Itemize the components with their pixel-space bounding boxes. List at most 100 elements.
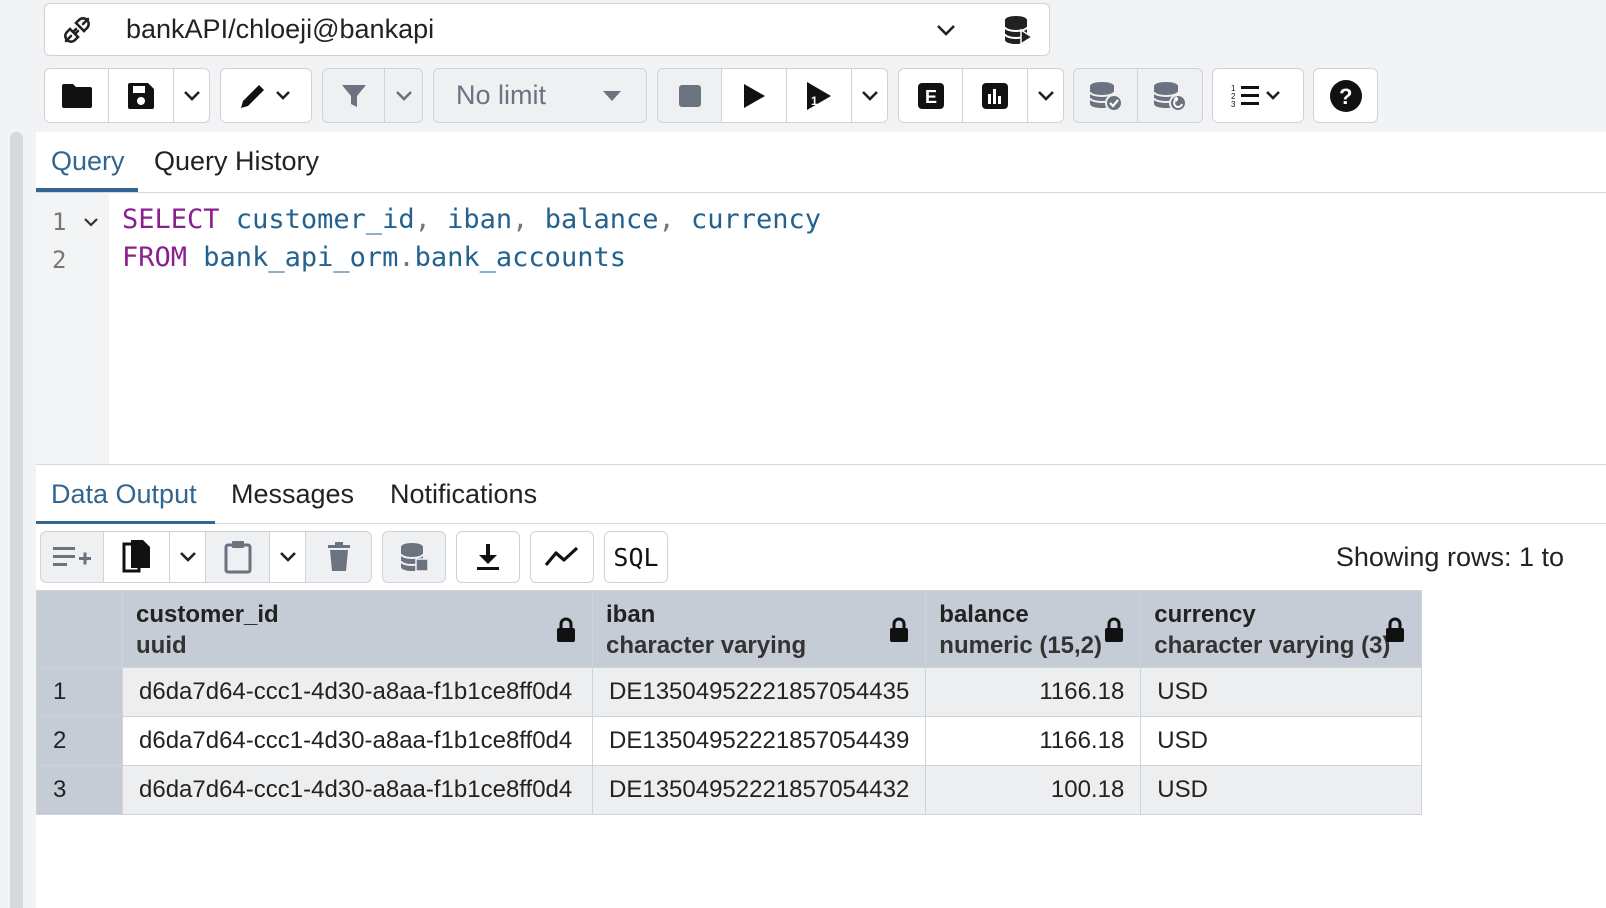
column-header-balance[interactable]: balance numeric (15,2) (925, 590, 1142, 668)
table-row[interactable]: 2 d6da7d64-ccc1-4d30-a8aa-f1b1ce8ff0d4 D… (36, 716, 1423, 766)
save-data-button[interactable] (382, 531, 446, 583)
connection-select[interactable]: bankAPI/chloeji@bankapi (109, 3, 987, 56)
column-type: character varying (606, 632, 807, 659)
delete-row-button[interactable] (306, 531, 372, 583)
filter-options-dropdown[interactable] (385, 68, 423, 123)
cell-customer-id[interactable]: d6da7d64-ccc1-4d30-a8aa-f1b1ce8ff0d4 (122, 667, 593, 717)
explain-button[interactable]: E (898, 68, 963, 123)
vertical-scrollbar[interactable] (10, 132, 23, 908)
chevron-down-icon (279, 552, 296, 562)
cell-currency[interactable]: USD (1140, 667, 1423, 717)
cell-iban[interactable]: DE13504952221857054432 (591, 765, 927, 815)
sql-identifier: bank_api_orm (203, 242, 399, 273)
cell-balance[interactable]: 1166.18 (925, 667, 1142, 717)
add-row-icon (53, 547, 91, 566)
explain-analyze-button[interactable] (963, 68, 1028, 123)
explain-options-dropdown[interactable] (1028, 68, 1064, 123)
download-button[interactable] (456, 531, 520, 583)
sql-button[interactable]: SQL (604, 531, 668, 583)
tab-query[interactable]: Query (51, 132, 125, 190)
row-limit-value: No limit (456, 80, 547, 110)
execute-script-button[interactable]: 1 (787, 68, 852, 123)
save-data-icon (400, 543, 429, 572)
row-number[interactable]: 3 (36, 765, 123, 815)
column-header-currency[interactable]: currency character varying (3) (1140, 590, 1423, 668)
help-button[interactable]: ? (1313, 68, 1378, 123)
result-grid: customer_id uuid iban character varying … (36, 590, 1606, 908)
paste-options-dropdown[interactable] (270, 531, 306, 583)
pencil-icon (241, 84, 290, 108)
save-options-dropdown[interactable] (174, 68, 210, 123)
connection-status-icon[interactable] (44, 3, 110, 56)
filter-icon (341, 84, 366, 107)
rollback-button[interactable] (1138, 68, 1203, 123)
tab-data-output[interactable]: Data Output (51, 465, 197, 523)
cell-balance[interactable]: 1166.18 (925, 716, 1142, 766)
lock-icon (890, 617, 909, 642)
edit-dropdown-button[interactable] (220, 68, 312, 123)
caret-down-icon (603, 90, 621, 101)
row-number-header[interactable] (36, 590, 123, 668)
sql-identifier: balance (544, 204, 659, 235)
active-tab-indicator (36, 188, 138, 192)
line-number-gutter (36, 193, 109, 464)
table-row[interactable]: 3 d6da7d64-ccc1-4d30-a8aa-f1b1ce8ff0d4 D… (36, 765, 1423, 815)
column-type: numeric (15,2) (939, 632, 1103, 659)
connection-label: bankAPI/chloeji@bankapi (126, 14, 435, 44)
column-header-iban[interactable]: iban character varying (591, 590, 927, 668)
column-header-customer-id[interactable]: customer_id uuid (122, 590, 593, 668)
tab-messages[interactable]: Messages (231, 465, 354, 523)
line-chart-icon (544, 546, 579, 567)
code-line[interactable]: FROM bank_api_orm.bank_accounts (122, 242, 626, 273)
sql-punctuation: . (398, 242, 415, 273)
cell-iban[interactable]: DE13504952221857054439 (591, 716, 927, 766)
save-button[interactable] (109, 68, 174, 123)
filter-button[interactable] (322, 68, 385, 123)
query-editor-panel: Query Query History 1 2 SELECT customer_… (36, 132, 1606, 465)
sql-identifier: customer_id (235, 204, 415, 235)
row-number[interactable]: 2 (36, 716, 123, 766)
open-file-button[interactable] (44, 68, 109, 123)
execute-options-dropdown[interactable] (852, 68, 888, 123)
tab-query-history[interactable]: Query History (154, 132, 319, 190)
cell-balance[interactable]: 100.18 (925, 765, 1142, 815)
tab-notifications[interactable]: Notifications (390, 465, 537, 523)
cell-currency[interactable]: USD (1140, 716, 1423, 766)
code-line[interactable]: SELECT customer_id, iban, balance, curre… (122, 204, 821, 235)
copy-options-dropdown[interactable] (170, 531, 206, 583)
column-name: currency (1154, 601, 1256, 628)
help-icon: ? (1329, 79, 1362, 112)
editor-tabs: Query Query History (36, 132, 1606, 193)
graph-visualiser-button[interactable] (530, 531, 594, 583)
fold-chevron-icon[interactable] (84, 217, 98, 227)
header-row: customer_id uuid iban character varying … (36, 590, 1423, 668)
row-limit-select[interactable]: No limit (433, 68, 647, 123)
numbered-list-icon: 1 2 3 (1231, 84, 1280, 109)
execute-button[interactable] (722, 68, 787, 123)
save-icon (128, 82, 154, 109)
paste-button[interactable] (206, 531, 270, 583)
add-row-button[interactable] (40, 531, 104, 583)
svg-text:?: ? (1339, 84, 1352, 109)
cell-iban[interactable]: DE13504952221857054435 (591, 667, 927, 717)
folder-icon (61, 83, 92, 108)
lock-icon (1386, 617, 1405, 642)
stop-button[interactable] (657, 68, 722, 123)
svg-text:1: 1 (811, 94, 818, 108)
table-row[interactable]: 1 d6da7d64-ccc1-4d30-a8aa-f1b1ce8ff0d4 D… (36, 667, 1423, 717)
macros-dropdown-button[interactable]: 1 2 3 (1212, 68, 1304, 123)
row-count-status: Showing rows: 1 to (1335, 542, 1564, 572)
lock-icon (557, 617, 575, 642)
commit-button[interactable] (1073, 68, 1138, 123)
copy-button[interactable] (104, 531, 170, 583)
cell-customer-id[interactable]: d6da7d64-ccc1-4d30-a8aa-f1b1ce8ff0d4 (122, 716, 593, 766)
sql-punctuation: , (414, 204, 448, 235)
column-type: uuid (136, 632, 187, 659)
execute-script-icon: 1 (807, 81, 831, 110)
chevron-down-icon (1037, 90, 1054, 101)
chevron-down-icon (937, 24, 955, 36)
new-connection-button[interactable] (986, 3, 1050, 56)
cell-currency[interactable]: USD (1140, 765, 1423, 815)
cell-customer-id[interactable]: d6da7d64-ccc1-4d30-a8aa-f1b1ce8ff0d4 (122, 765, 593, 815)
row-number[interactable]: 1 (36, 667, 123, 717)
